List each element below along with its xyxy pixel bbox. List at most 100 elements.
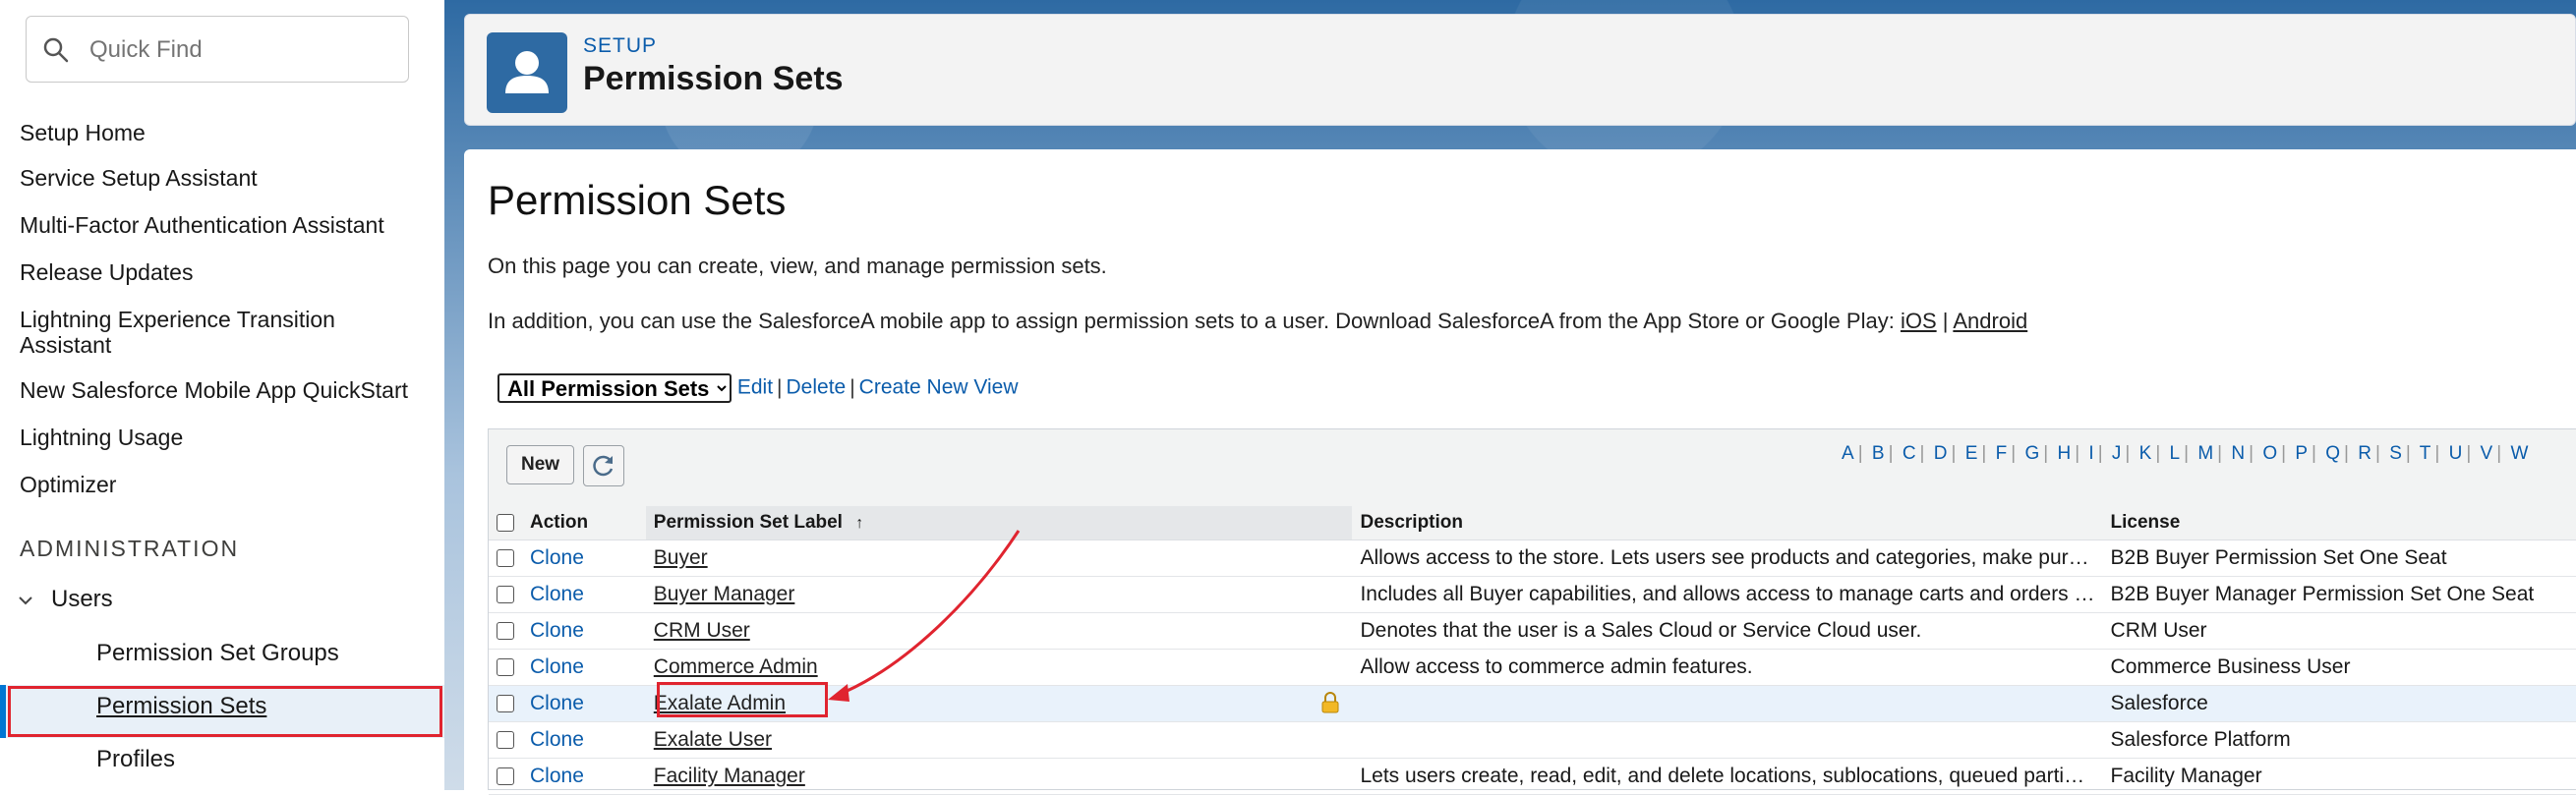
license-cell: CRM User — [2102, 612, 2576, 650]
permission-sets-list: New A | B | C | D | E | F | G | H | I | J | K | L | — [488, 428, 2576, 795]
table-row-highlighted: Clone Exalate Admin Salesforce — [489, 685, 2576, 722]
quick-find-box[interactable] — [26, 16, 409, 83]
alpha-filter-b[interactable]: B — [1872, 443, 1885, 464]
table-row: Clone Buyer Manager Includes all Buyer c… — [489, 576, 2576, 613]
row-checkbox[interactable] — [497, 622, 514, 641]
permission-set-link[interactable]: Buyer Manager — [654, 583, 795, 605]
clone-link[interactable]: Clone — [530, 546, 584, 569]
alpha-filter-l[interactable]: L — [2170, 443, 2181, 464]
page-title: Permission Sets — [583, 60, 844, 97]
nav-users-label: Users — [51, 586, 113, 612]
main-content: Permission Sets On this page you can cre… — [464, 149, 2576, 795]
alpha-filter-j[interactable]: J — [2112, 443, 2122, 464]
alpha-filter-n[interactable]: N — [2231, 443, 2245, 464]
alpha-filter-g[interactable]: G — [2024, 443, 2039, 464]
alpha-filter-f[interactable]: F — [1996, 443, 2008, 464]
row-checkbox[interactable] — [497, 549, 514, 568]
nav-profiles[interactable]: Profiles — [96, 746, 175, 773]
alphabet-filter: A | B | C | D | E | F | G | H | I | J | K | L | M | N… — [1842, 443, 2529, 464]
clone-link[interactable]: Clone — [530, 765, 584, 787]
alpha-filter-m[interactable]: M — [2197, 443, 2213, 464]
permission-set-link[interactable]: Buyer — [654, 546, 708, 569]
refresh-button[interactable] — [583, 445, 624, 486]
nav-release-updates[interactable]: Release Updates — [20, 259, 193, 285]
alpha-filter-e[interactable]: E — [1965, 443, 1978, 464]
description-cell — [1352, 685, 2103, 722]
view-bar: All Permission Sets Edit | Delete | Create N… — [498, 373, 1019, 403]
permission-set-link[interactable]: Commerce Admin — [654, 655, 818, 678]
alpha-filter-c[interactable]: C — [1903, 443, 1916, 464]
column-header-license[interactable]: License — [2102, 506, 2576, 540]
header-kicker: SETUP — [583, 34, 658, 57]
alpha-filter-k[interactable]: K — [2139, 443, 2152, 464]
row-checkbox[interactable] — [497, 586, 514, 604]
search-icon — [43, 37, 69, 63]
android-link[interactable]: Android — [1953, 309, 2027, 333]
table-row: Clone Exalate User Salesforce Platform — [489, 721, 2576, 759]
description-cell: Allow access to commerce admin features. — [1352, 649, 2103, 686]
table-row: Clone Facility Manager Lets users create… — [489, 758, 2576, 795]
permission-set-link[interactable]: Exalate Admin — [654, 692, 786, 714]
column-header-label[interactable]: Permission Set Label ↑ — [645, 506, 1353, 540]
alpha-filter-v[interactable]: V — [2481, 443, 2493, 464]
description-cell: Denotes that the user is a Sales Cloud o… — [1352, 612, 2103, 650]
clone-link[interactable]: Clone — [530, 583, 584, 605]
table-row: Clone Commerce Admin Allow access to com… — [489, 649, 2576, 686]
delete-view-link[interactable]: Delete — [787, 376, 847, 399]
permission-set-link[interactable]: Exalate User — [654, 728, 772, 751]
permission-set-link[interactable]: Facility Manager — [654, 765, 805, 787]
clone-link[interactable]: Clone — [530, 655, 584, 678]
nav-users[interactable]: Users — [18, 586, 113, 613]
alpha-filter-r[interactable]: R — [2358, 443, 2371, 464]
row-checkbox[interactable] — [497, 731, 514, 750]
permission-set-link[interactable]: CRM User — [654, 619, 750, 642]
nav-mobile-quickstart[interactable]: New Salesforce Mobile App QuickStart — [20, 377, 408, 403]
clone-link[interactable]: Clone — [530, 728, 584, 751]
nav-lightning-usage[interactable]: Lightning Usage — [20, 425, 183, 450]
view-select[interactable]: All Permission Sets — [498, 373, 732, 403]
table-row: Clone Buyer Allows access to the store. … — [489, 539, 2576, 577]
new-button[interactable]: New — [506, 445, 575, 484]
create-view-link[interactable]: Create New View — [859, 376, 1019, 399]
nav-service-setup-assistant[interactable]: Service Setup Assistant — [20, 165, 258, 191]
select-all-checkbox[interactable] — [497, 513, 514, 532]
intro-text: On this page you can create, view, and m… — [488, 254, 1107, 278]
row-checkbox[interactable] — [497, 695, 514, 713]
alpha-filter-s[interactable]: S — [2389, 443, 2402, 464]
nav-lightning-transition-line1[interactable]: Lightning Experience Transition — [20, 307, 335, 332]
alpha-filter-t[interactable]: T — [2420, 443, 2431, 464]
alpha-filter-a[interactable]: A — [1842, 443, 1854, 464]
annotation-box-sidebar — [8, 686, 442, 737]
license-cell: Facility Manager — [2102, 758, 2576, 795]
user-icon — [487, 32, 567, 113]
nav-optimizer[interactable]: Optimizer — [20, 472, 116, 497]
column-header-label-text: Permission Set Label — [653, 512, 843, 533]
nav-section-administration: ADMINISTRATION — [20, 536, 240, 561]
nav-setup-home[interactable]: Setup Home — [20, 120, 146, 145]
license-cell: Commerce Business User — [2102, 649, 2576, 686]
link-separator: | — [777, 375, 783, 399]
alpha-filter-w[interactable]: W — [2510, 443, 2528, 464]
row-checkbox[interactable] — [497, 767, 514, 786]
edit-view-link[interactable]: Edit — [737, 376, 773, 399]
alpha-filter-i[interactable]: I — [2088, 443, 2093, 464]
row-checkbox[interactable] — [497, 658, 514, 677]
alpha-filter-q[interactable]: Q — [2325, 443, 2340, 464]
alpha-filter-u[interactable]: U — [2449, 443, 2463, 464]
quick-find-input[interactable] — [88, 30, 396, 70]
alpha-filter-h[interactable]: H — [2057, 443, 2071, 464]
nav-lightning-transition-line2[interactable]: Assistant — [20, 332, 111, 358]
nav-mfa-assistant[interactable]: Multi-Factor Authentication Assistant — [20, 212, 384, 238]
setup-sidebar: Setup Home Service Setup Assistant Multi… — [0, 0, 444, 790]
alpha-filter-d[interactable]: D — [1934, 443, 1948, 464]
chevron-down-icon[interactable] — [18, 593, 33, 608]
clone-link[interactable]: Clone — [530, 692, 584, 714]
column-header-description[interactable]: Description — [1352, 506, 2103, 540]
ios-link[interactable]: iOS — [1901, 309, 1937, 333]
sort-ascending-icon: ↑ — [855, 515, 864, 532]
list-toolbar: New A | B | C | D | E | F | G | H | I | J | K | L | — [489, 429, 2576, 507]
alpha-filter-o[interactable]: O — [2262, 443, 2277, 464]
nav-permission-set-groups[interactable]: Permission Set Groups — [96, 640, 339, 667]
clone-link[interactable]: Clone — [530, 619, 584, 642]
alpha-filter-p[interactable]: P — [2295, 443, 2308, 464]
